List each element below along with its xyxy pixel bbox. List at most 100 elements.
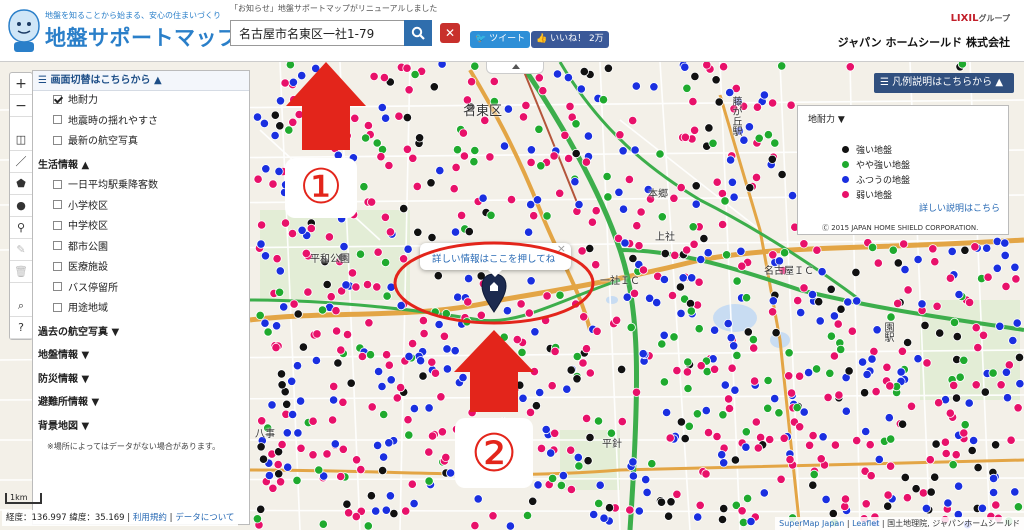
ground-strength-dot[interactable] bbox=[736, 246, 746, 256]
ground-strength-dot[interactable] bbox=[534, 73, 544, 83]
ground-strength-dot[interactable] bbox=[409, 403, 419, 414]
ground-strength-dot[interactable] bbox=[1010, 262, 1020, 272]
checkbox[interactable] bbox=[53, 241, 62, 250]
ground-strength-dot[interactable] bbox=[369, 71, 379, 82]
ground-strength-dot[interactable] bbox=[379, 409, 389, 420]
ground-strength-dot[interactable] bbox=[826, 331, 837, 341]
ground-strength-dot[interactable] bbox=[322, 449, 332, 459]
ground-strength-dot[interactable] bbox=[331, 306, 341, 316]
ground-strength-dot[interactable] bbox=[377, 102, 387, 113]
ground-strength-dot[interactable] bbox=[541, 424, 551, 435]
ground-strength-dot[interactable] bbox=[669, 332, 679, 342]
ground-strength-dot[interactable] bbox=[252, 514, 262, 524]
ground-strength-dot[interactable] bbox=[526, 145, 537, 155]
ground-strength-dot[interactable] bbox=[256, 220, 267, 230]
ground-strength-dot[interactable] bbox=[618, 204, 629, 214]
zoom-out-button[interactable]: − bbox=[10, 95, 32, 117]
ground-strength-dot[interactable] bbox=[329, 381, 339, 391]
ground-strength-dot[interactable] bbox=[540, 315, 551, 325]
ground-strength-dot[interactable] bbox=[712, 431, 722, 442]
ground-strength-dot[interactable] bbox=[1008, 335, 1018, 346]
terms-link[interactable]: 利用規約 bbox=[133, 513, 167, 523]
ground-strength-dot[interactable] bbox=[833, 319, 843, 329]
checkbox[interactable] bbox=[53, 282, 62, 291]
ground-strength-dot[interactable] bbox=[396, 300, 406, 311]
ground-strength-dot[interactable] bbox=[488, 511, 498, 521]
ground-strength-dot[interactable] bbox=[960, 245, 970, 255]
ground-strength-dot[interactable] bbox=[287, 409, 298, 420]
ground-strength-dot[interactable] bbox=[930, 257, 940, 267]
ground-strength-dot[interactable] bbox=[318, 519, 328, 529]
ground-strength-dot[interactable] bbox=[968, 435, 979, 446]
ground-strength-dot[interactable] bbox=[330, 439, 340, 449]
ground-strength-dot[interactable] bbox=[456, 210, 467, 220]
ground-strength-dot[interactable] bbox=[578, 358, 588, 368]
ground-strength-dot[interactable] bbox=[737, 261, 747, 271]
checkbox[interactable] bbox=[53, 179, 62, 189]
ground-strength-dot[interactable] bbox=[717, 219, 728, 230]
ground-strength-dot[interactable] bbox=[672, 489, 682, 499]
ground-strength-dot[interactable] bbox=[840, 501, 850, 512]
ground-strength-dot[interactable] bbox=[718, 62, 729, 72]
ground-strength-dot[interactable] bbox=[346, 378, 356, 388]
ground-strength-dot[interactable] bbox=[784, 348, 794, 358]
ground-strength-dot[interactable] bbox=[951, 393, 962, 403]
ground-strength-dot[interactable] bbox=[452, 145, 463, 155]
ground-strength-dot[interactable] bbox=[476, 310, 486, 320]
ground-strength-dot[interactable] bbox=[1014, 352, 1024, 362]
ground-strength-dot[interactable] bbox=[577, 246, 587, 256]
ground-strength-dot[interactable] bbox=[732, 276, 742, 286]
life-option[interactable]: 中学校区 bbox=[33, 217, 249, 238]
ground-strength-dot[interactable] bbox=[951, 450, 961, 460]
ground-strength-dot[interactable] bbox=[408, 153, 418, 163]
ground-strength-dot[interactable] bbox=[384, 360, 394, 370]
ground-strength-dot[interactable] bbox=[380, 212, 390, 222]
ground-strength-dot[interactable] bbox=[857, 357, 868, 367]
ground-strength-dot[interactable] bbox=[470, 521, 480, 530]
ground-strength-dot[interactable] bbox=[874, 454, 884, 464]
ground-strength-dot[interactable] bbox=[686, 306, 696, 316]
ground-strength-dot[interactable] bbox=[990, 440, 1001, 450]
ground-strength-dot[interactable] bbox=[952, 331, 962, 342]
ground-strength-dot[interactable] bbox=[380, 257, 391, 268]
ground-strength-dot[interactable] bbox=[294, 109, 304, 120]
legend-toggle-button[interactable]: ☰ 凡例説明はこちらから ▲ bbox=[874, 73, 1014, 93]
ground-strength-dot[interactable] bbox=[694, 324, 704, 334]
ground-strength-dot[interactable] bbox=[579, 67, 589, 77]
ground-strength-dot[interactable] bbox=[437, 62, 447, 69]
ground-strength-dot[interactable] bbox=[424, 476, 434, 486]
ground-strength-dot[interactable] bbox=[738, 517, 749, 528]
ground-strength-dot[interactable] bbox=[415, 356, 426, 366]
ground-strength-dot[interactable] bbox=[427, 232, 437, 243]
ground-strength-dot[interactable] bbox=[264, 470, 274, 481]
ground-strength-dot[interactable] bbox=[851, 267, 861, 277]
ground-strength-dot[interactable] bbox=[430, 307, 440, 317]
ground-strength-dot[interactable] bbox=[730, 385, 740, 395]
ground-strength-dot[interactable] bbox=[342, 131, 352, 141]
ground-strength-dot[interactable] bbox=[257, 416, 267, 426]
ground-strength-dot[interactable] bbox=[322, 279, 332, 290]
ground-strength-dot[interactable] bbox=[365, 350, 376, 360]
ground-strength-dot[interactable] bbox=[624, 174, 635, 184]
life-option[interactable]: 小学校区 bbox=[33, 197, 249, 218]
ground-strength-dot[interactable] bbox=[847, 326, 857, 336]
ground-strength-dot[interactable] bbox=[917, 299, 927, 309]
ground-strength-dot[interactable] bbox=[725, 155, 736, 165]
split-view-button[interactable]: ◫ bbox=[10, 129, 32, 151]
ground-strength-dot[interactable] bbox=[932, 301, 942, 311]
ground-strength-dot[interactable] bbox=[971, 380, 981, 390]
ground-strength-dot[interactable] bbox=[922, 358, 932, 368]
ground-strength-dot[interactable] bbox=[583, 131, 594, 141]
ground-strength-dot[interactable] bbox=[774, 408, 784, 418]
ground-strength-dot[interactable] bbox=[709, 364, 720, 374]
ground-strength-dot[interactable] bbox=[719, 458, 729, 468]
ground-strength-dot[interactable] bbox=[893, 298, 903, 308]
ground-strength-dot[interactable] bbox=[992, 236, 1002, 246]
ground-strength-dot[interactable] bbox=[324, 232, 334, 242]
ground-strength-dot[interactable] bbox=[536, 161, 546, 171]
ground-strength-dot[interactable] bbox=[642, 487, 652, 497]
ground-strength-dot[interactable] bbox=[372, 138, 382, 148]
ground-strength-dot[interactable] bbox=[311, 63, 321, 74]
ground-strength-dot[interactable] bbox=[441, 309, 451, 319]
ground-strength-dot[interactable] bbox=[426, 178, 436, 188]
